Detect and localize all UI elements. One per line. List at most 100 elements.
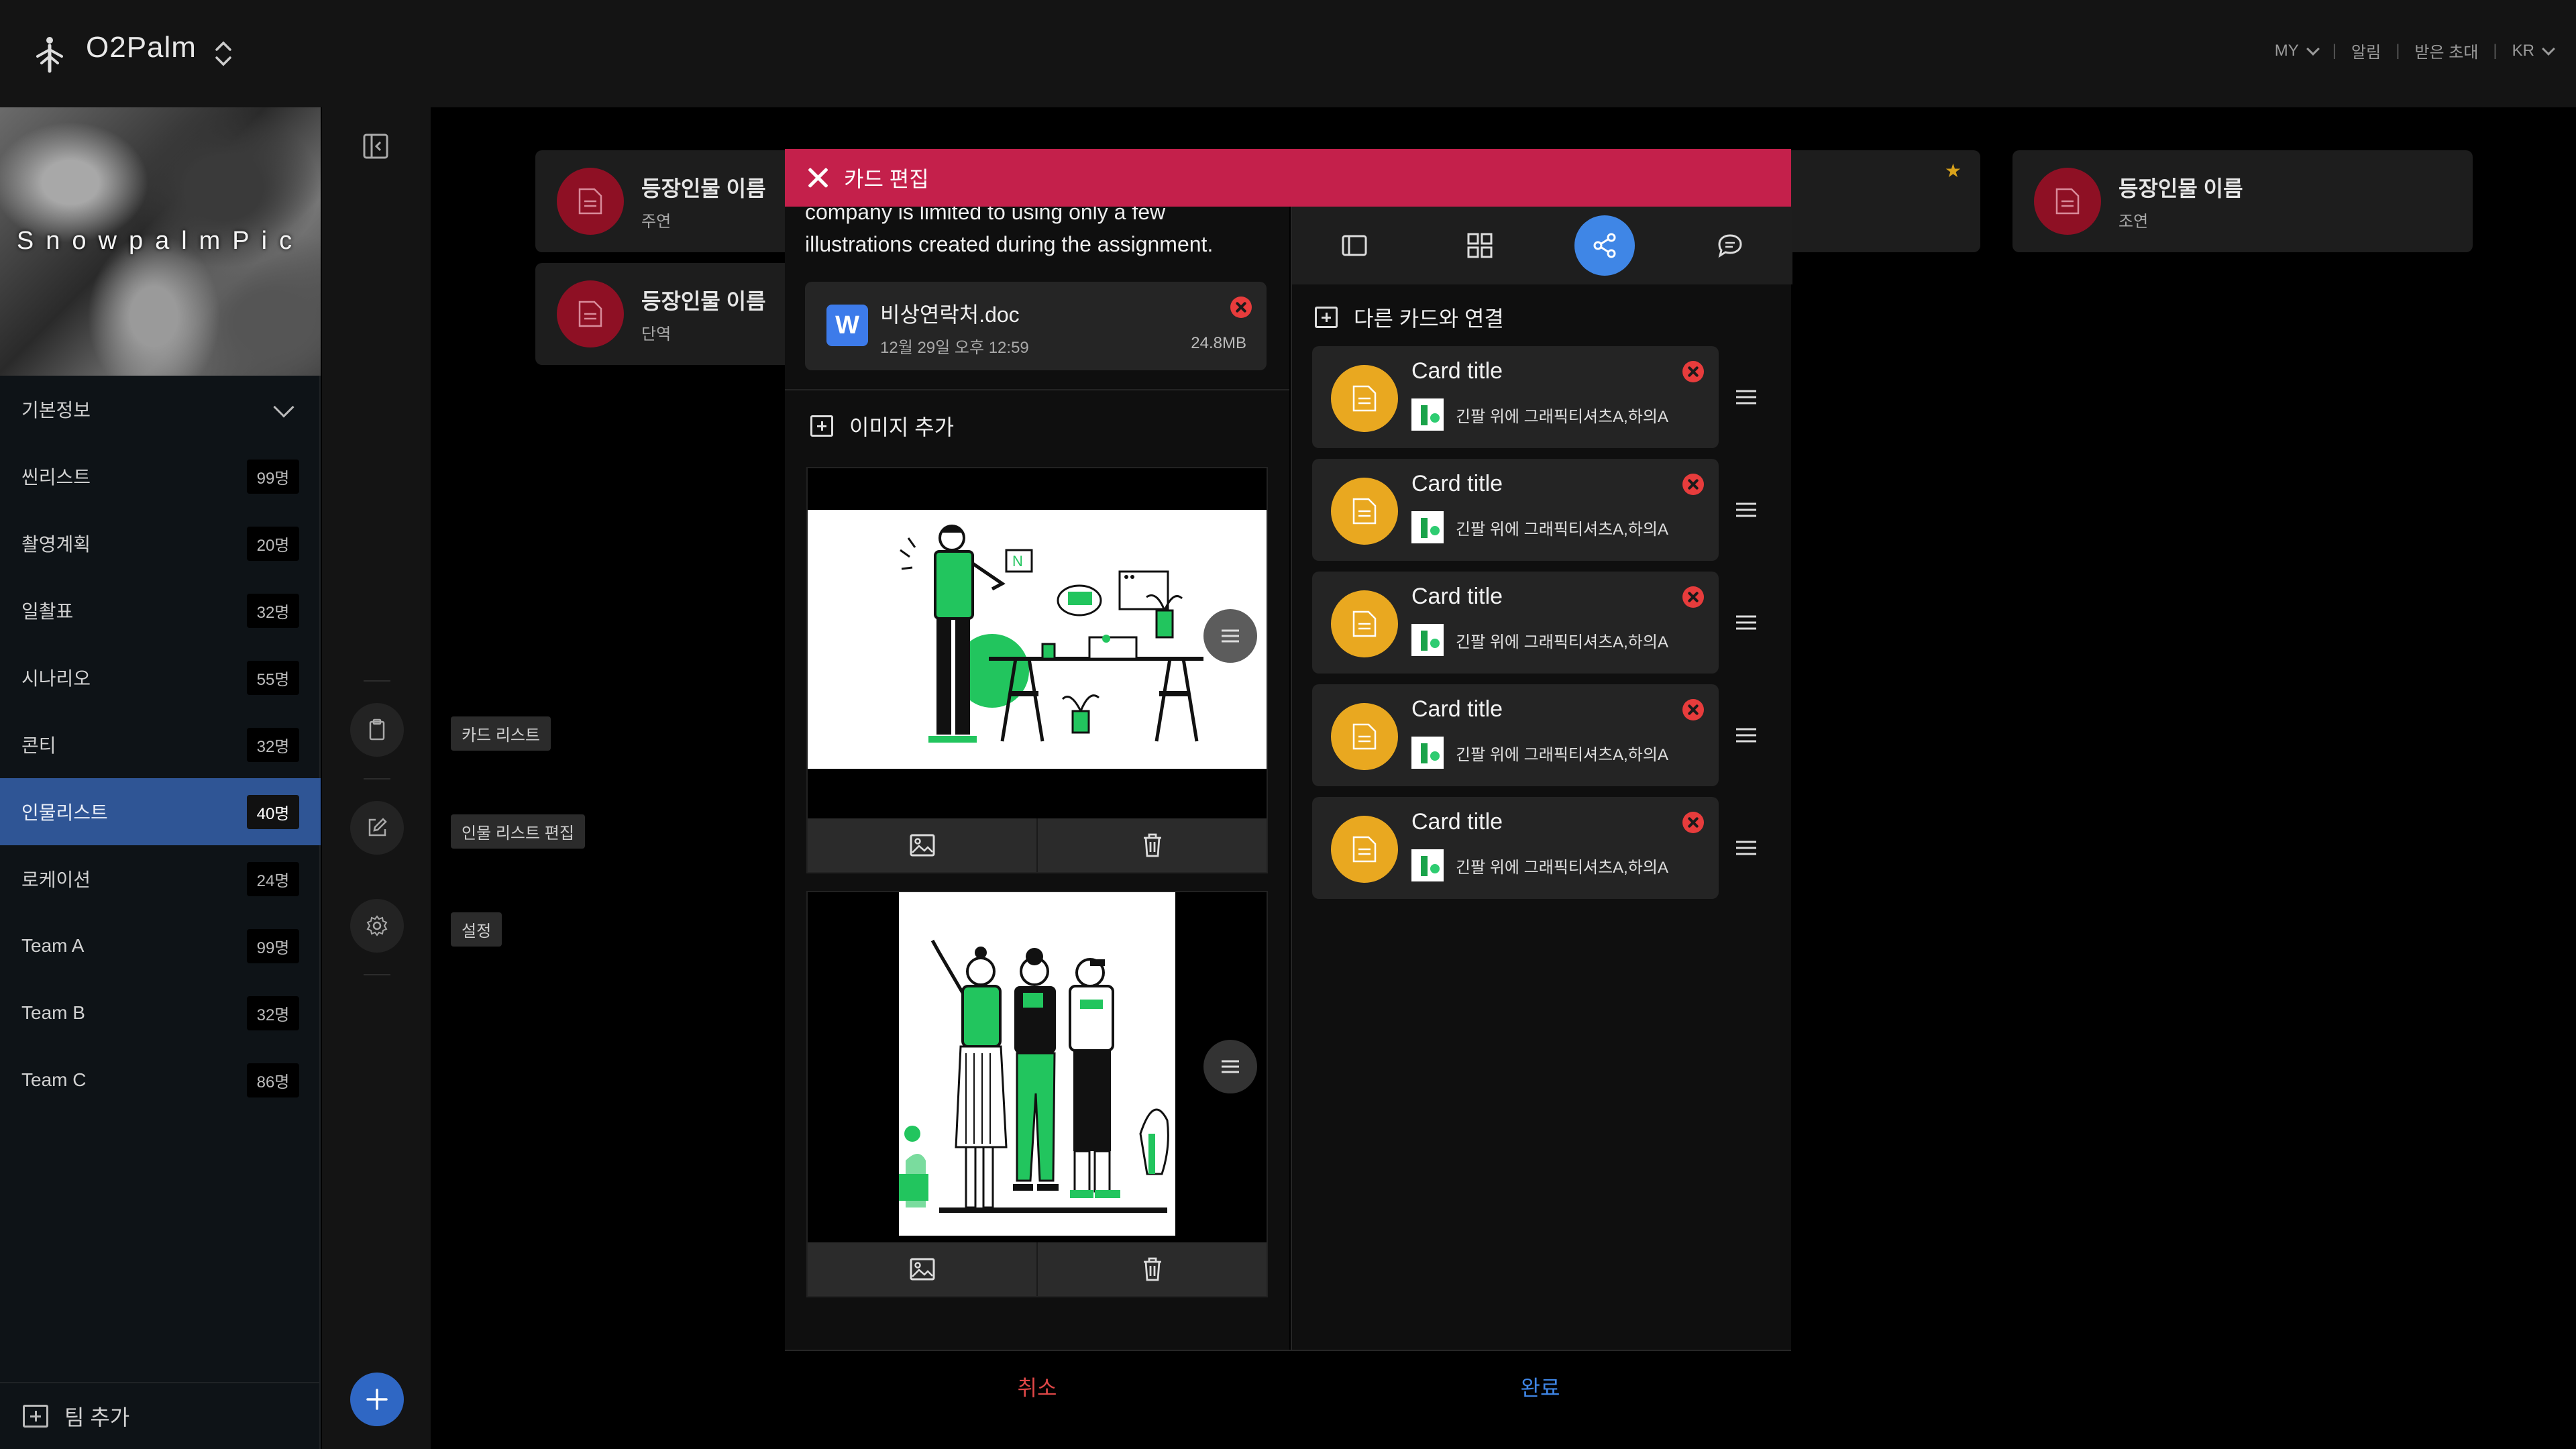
cancel-button[interactable]: 취소 — [785, 1371, 1289, 1402]
card-edit-modal: 카드 편집 company is limited to using only a… — [785, 149, 1793, 1449]
drag-handle-icon[interactable] — [1735, 389, 1758, 405]
linked-card-subtitle: 긴팔 위에 그래픽티셔츠A,하의A — [1411, 511, 1668, 543]
sidebar: SnowpalmPic 기본정보 씬리스트 99명 촬영계획 20명 일촬표 32명 … — [0, 107, 321, 1449]
sidebar-item-scenario[interactable]: 시나리오 55명 — [0, 644, 321, 711]
card-avatar — [1331, 478, 1398, 545]
replace-image-button[interactable] — [808, 818, 1036, 872]
remove-link-icon[interactable] — [1682, 812, 1704, 833]
add-button[interactable] — [350, 1373, 404, 1426]
sidebar-item-daily-schedule[interactable]: 일촬표 32명 — [0, 577, 321, 644]
tool-rail: 카드 리스트 인물 리스트 편집 설정 — [322, 107, 585, 1449]
count-badge: 40명 — [247, 794, 299, 829]
thumbnail-image — [1411, 511, 1444, 543]
remove-link-icon[interactable] — [1682, 586, 1704, 608]
illustration-image — [899, 892, 1175, 1236]
add-box-icon — [1315, 307, 1338, 328]
add-image-button[interactable]: 이미지 추가 — [810, 411, 954, 441]
cover-caption: SnowpalmPic — [16, 227, 305, 255]
remove-link-icon[interactable] — [1682, 361, 1704, 382]
connect-card-button[interactable]: 다른 카드와 연결 — [1315, 302, 1504, 333]
image-actions — [808, 1242, 1267, 1296]
rail-divider — [364, 680, 390, 682]
tab-grid[interactable] — [1417, 207, 1543, 284]
sidebar-item-team-c[interactable]: Team C 86명 — [0, 1046, 321, 1114]
tab-comments[interactable] — [1668, 207, 1793, 284]
drag-handle-button[interactable] — [1203, 609, 1257, 663]
done-button[interactable]: 완료 — [1289, 1371, 1791, 1402]
character-card[interactable]: 등장인물 이름 단역 — [535, 263, 804, 365]
character-role: 주연 — [641, 212, 672, 231]
character-card[interactable]: 등장인물 이름 주연 — [535, 150, 804, 252]
count-badge: 32명 — [247, 593, 299, 628]
star-icon: ★ — [1944, 160, 1962, 181]
character-name: 등장인물 이름 — [641, 288, 766, 313]
attachment-item[interactable]: W 비상연락처.doc 12월 29일 오후 12:59 24.8MB — [805, 282, 1267, 370]
linked-card[interactable]: Card title 긴팔 위에 그래픽티셔츠A,하의A — [1312, 459, 1719, 561]
linked-card[interactable]: Card title 긴팔 위에 그래픽티셔츠A,하의A — [1312, 797, 1719, 899]
document-icon — [1352, 385, 1377, 412]
workspace-switch-icon[interactable] — [213, 39, 233, 68]
drag-handle-button[interactable] — [1203, 1040, 1257, 1093]
attachment-date: 12월 29일 오후 12:59 — [880, 339, 1029, 357]
tooltip-card-list: 카드 리스트 — [451, 716, 551, 751]
sidebar-item-scene-list[interactable]: 씬리스트 99명 — [0, 443, 321, 510]
tab-layout[interactable] — [1292, 207, 1417, 284]
svg-text:N: N — [1012, 553, 1023, 570]
document-icon — [2055, 188, 2080, 215]
tab-share[interactable] — [1542, 207, 1668, 284]
trash-icon — [1143, 1257, 1161, 1281]
thumbnail-image — [1411, 398, 1444, 431]
delete-image-button[interactable] — [1036, 1242, 1267, 1296]
add-team-button[interactable]: 팀 추가 — [0, 1382, 321, 1449]
invitations-link[interactable]: 받은 초대 — [2414, 39, 2478, 62]
section-basic-info[interactable]: 기본정보 — [0, 376, 321, 443]
divider — [785, 389, 1289, 390]
sidebar-item-location[interactable]: 로케이션 24명 — [0, 845, 321, 912]
card-content-pane[interactable]: company is limited to using only a few i… — [785, 207, 1289, 1350]
clipboard-icon — [369, 718, 385, 741]
collapse-panel-icon[interactable] — [362, 133, 389, 160]
count-badge: 99명 — [247, 459, 299, 494]
count-badge: 32명 — [247, 996, 299, 1030]
language-menu[interactable]: KR — [2512, 42, 2555, 60]
card-avatar — [1331, 590, 1398, 657]
drag-handle-icon[interactable] — [1735, 727, 1758, 743]
close-icon[interactable] — [808, 168, 828, 188]
my-menu[interactable]: MY — [2275, 42, 2320, 60]
add-box-icon — [23, 1405, 48, 1428]
replace-image-button[interactable] — [808, 1242, 1036, 1296]
card-description[interactable]: company is limited to using only a few i… — [805, 207, 1275, 260]
rail-divider — [364, 974, 390, 975]
hamburger-icon — [1222, 629, 1239, 643]
illustration-image: N — [808, 510, 1267, 769]
linked-card-title: Card title — [1411, 358, 1503, 384]
drag-handle-icon[interactable] — [1735, 840, 1758, 856]
sidebar-item-team-b[interactable]: Team B 32명 — [0, 979, 321, 1046]
word-file-icon: W — [826, 305, 868, 346]
notifications-link[interactable]: 알림 — [2351, 39, 2381, 62]
drag-handle-icon[interactable] — [1735, 502, 1758, 518]
delete-image-button[interactable] — [1036, 818, 1267, 872]
sidebar-item-storyboard[interactable]: 콘티 32명 — [0, 711, 321, 778]
sidebar-item-shooting-plan[interactable]: 촬영계획 20명 — [0, 510, 321, 577]
linked-card-subtitle: 긴팔 위에 그래픽티셔츠A,하의A — [1411, 624, 1668, 656]
thumbnail-image — [1411, 849, 1444, 881]
remove-link-icon[interactable] — [1682, 474, 1704, 495]
card-list-button[interactable]: 카드 리스트 — [350, 703, 551, 757]
gear-icon — [366, 915, 388, 936]
linked-card[interactable]: Card title 긴팔 위에 그래픽티셔츠A,하의A — [1312, 346, 1719, 448]
sidebar-item-team-a[interactable]: Team A 99명 — [0, 912, 321, 979]
linked-card[interactable]: Card title 긴팔 위에 그래픽티셔츠A,하의A — [1312, 572, 1719, 674]
top-bar: O2Palm MY | 알림 | 받은 초대 | KR — [0, 0, 2576, 107]
linked-card[interactable]: Card title 긴팔 위에 그래픽티셔츠A,하의A — [1312, 684, 1719, 786]
sidebar-item-character-list[interactable]: 인물리스트 40명 — [0, 778, 321, 845]
add-box-icon — [810, 415, 833, 437]
character-card[interactable]: 등장인물 이름 조연 — [2012, 150, 2473, 252]
count-badge: 32명 — [247, 727, 299, 762]
remove-attachment-icon[interactable] — [1230, 297, 1252, 318]
avatar — [2034, 168, 2101, 235]
settings-button[interactable]: 설정 — [350, 899, 502, 953]
drag-handle-icon[interactable] — [1735, 614, 1758, 631]
edit-character-list-button[interactable]: 인물 리스트 편집 — [350, 801, 585, 855]
remove-link-icon[interactable] — [1682, 699, 1704, 720]
